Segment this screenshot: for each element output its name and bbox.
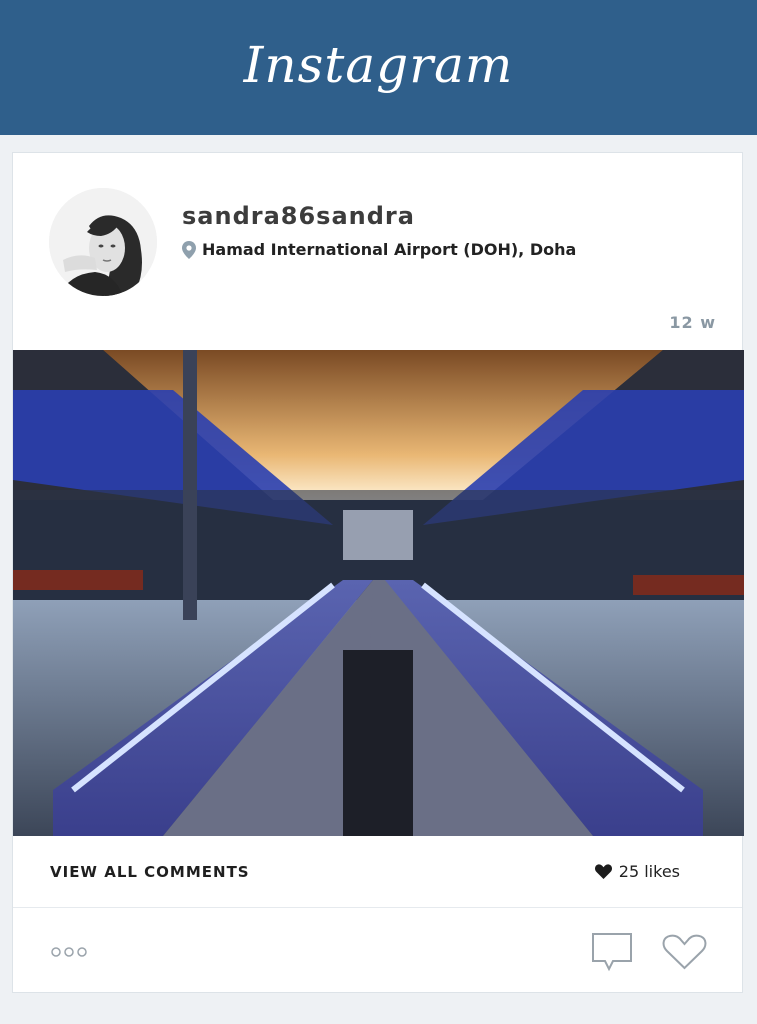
divider xyxy=(13,907,742,908)
app-header: Instagram xyxy=(0,0,757,135)
location[interactable]: Hamad International Airport (DOH), Doha xyxy=(182,240,576,259)
post-card: sandra86sandra Hamad International Airpo… xyxy=(12,152,744,993)
likes-label: 25 likes xyxy=(618,862,680,881)
post-time: 12 w xyxy=(669,313,716,332)
view-all-comments-link[interactable]: VIEW ALL COMMENTS xyxy=(50,863,250,881)
likes-count[interactable]: 25 likes xyxy=(594,862,680,881)
post-photo[interactable] xyxy=(13,350,744,836)
username[interactable]: sandra86sandra xyxy=(182,202,415,230)
more-options-icon[interactable] xyxy=(51,946,87,958)
location-label: Hamad International Airport (DOH), Doha xyxy=(202,240,577,259)
heart-outline-icon[interactable] xyxy=(662,934,707,970)
comment-icon[interactable] xyxy=(591,932,633,972)
heart-icon xyxy=(594,864,612,879)
map-pin-icon xyxy=(182,240,196,259)
instagram-logo[interactable]: Instagram xyxy=(244,36,514,94)
avatar[interactable] xyxy=(49,188,157,296)
